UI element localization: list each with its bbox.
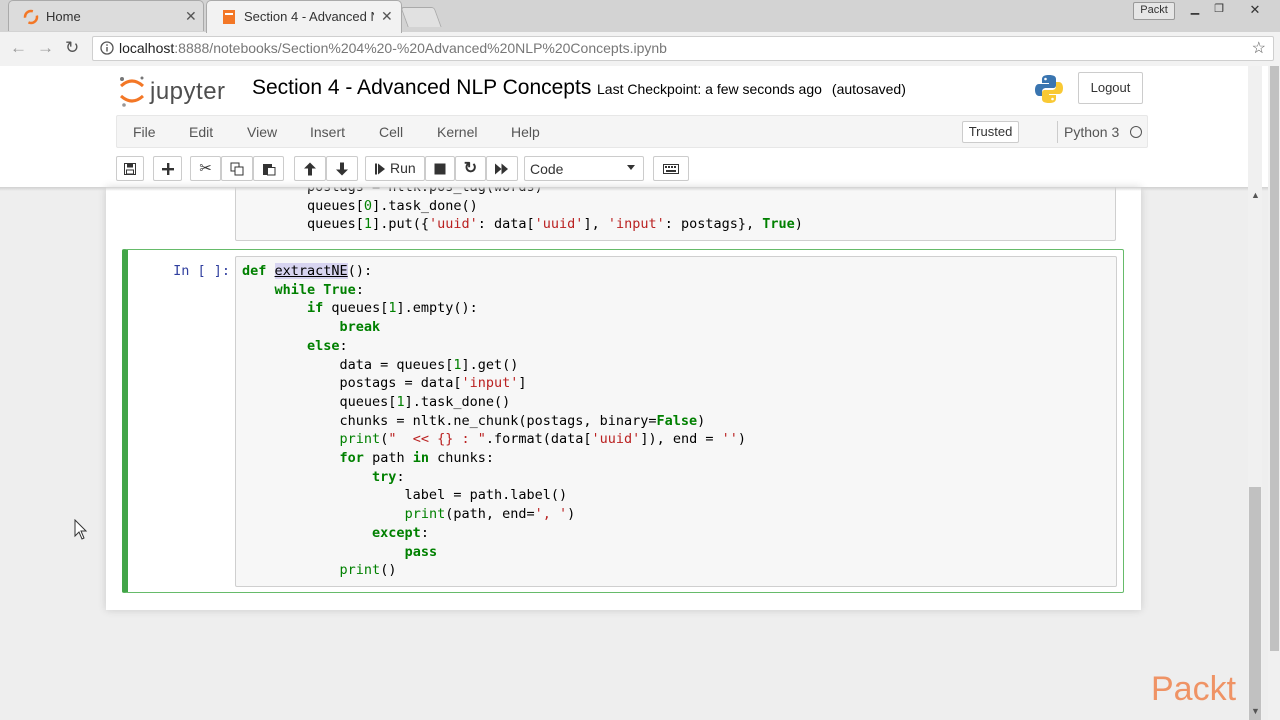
scissors-icon: ✂ bbox=[199, 160, 212, 177]
url-host: localhost bbox=[119, 40, 175, 56]
cut-button[interactable]: ✂ bbox=[190, 156, 221, 181]
kernel-idle-indicator-icon bbox=[1130, 126, 1142, 138]
jupyter-favicon-icon bbox=[23, 9, 39, 25]
checkpoint-status: Last Checkpoint: a few seconds ago (autos… bbox=[597, 81, 906, 97]
new-tab-button[interactable] bbox=[400, 7, 442, 27]
previous-code-cell[interactable]: postags = nltk.pos_tag(words) queues[0].… bbox=[235, 187, 1116, 241]
insert-cell-button[interactable] bbox=[153, 156, 182, 181]
notebook-title[interactable]: Section 4 - Advanced NLP Concepts bbox=[252, 76, 591, 100]
arrow-down-icon bbox=[336, 162, 348, 175]
page-scrollbar-thumb[interactable] bbox=[1270, 66, 1279, 651]
arrow-up-icon bbox=[304, 162, 316, 175]
forward-arrow-icon[interactable]: → bbox=[37, 38, 54, 58]
close-icon[interactable]: ✕ bbox=[381, 8, 393, 25]
stop-icon bbox=[434, 163, 446, 174]
menu-kernel[interactable]: Kernel bbox=[437, 124, 477, 140]
fast-forward-icon bbox=[495, 163, 508, 174]
run-button[interactable]: Run bbox=[365, 156, 425, 181]
kernel-name: Python 3 bbox=[1064, 124, 1120, 140]
kernel-separator bbox=[1057, 121, 1058, 143]
packt-watermark: Packt bbox=[1151, 670, 1237, 708]
menu-bar: File Edit View Insert Cell Kernel Help T… bbox=[116, 115, 1148, 148]
restart-icon: ↻ bbox=[463, 160, 478, 177]
menu-help[interactable]: Help bbox=[511, 124, 540, 140]
previous-cell-code: postags = nltk.pos_tag(words) queues[0].… bbox=[242, 187, 803, 234]
cell-code: def extractNE(): while True: if queues[1… bbox=[242, 263, 747, 579]
notebook-favicon-icon bbox=[223, 10, 235, 24]
notebook-container: postags = nltk.pos_tag(words) queues[0].… bbox=[106, 187, 1141, 610]
trusted-indicator[interactable]: Trusted bbox=[962, 121, 1019, 143]
tab-notebook[interactable]: Section 4 - Advanced NLI ✕ bbox=[206, 0, 402, 33]
close-icon[interactable]: ✕ bbox=[185, 8, 197, 25]
jupyter-wordmark: jupyter bbox=[150, 78, 226, 105]
jupyter-logo-icon bbox=[119, 76, 145, 107]
bookmark-star-icon[interactable]: ☆ bbox=[1252, 37, 1266, 60]
window-close-icon[interactable]: ✕ bbox=[1235, 2, 1275, 18]
code-editor[interactable]: def extractNE(): while True: if queues[1… bbox=[235, 256, 1117, 587]
notebook-scrollbar[interactable]: ▲ ▼ bbox=[1248, 66, 1262, 720]
menu-file[interactable]: File bbox=[133, 124, 156, 140]
browser-tab-bar: Home ✕ Section 4 - Advanced NLI ✕ Packt … bbox=[0, 0, 1280, 33]
notebook-toolbar: ✂ Run ↻ Code bbox=[116, 154, 1148, 184]
restart-run-all-button[interactable] bbox=[486, 156, 518, 181]
interrupt-button[interactable] bbox=[425, 156, 455, 181]
scroll-up-icon[interactable]: ▲ bbox=[1251, 190, 1260, 200]
save-icon bbox=[124, 162, 136, 175]
jupyter-logo[interactable]: jupyter bbox=[118, 74, 236, 112]
minimize-icon[interactable]: ▁ bbox=[1187, 2, 1203, 18]
python-logo-icon bbox=[1035, 75, 1063, 103]
paste-icon bbox=[262, 163, 275, 175]
autosave-text: (autosaved) bbox=[831, 81, 906, 97]
back-arrow-icon[interactable]: ← bbox=[10, 38, 27, 58]
selected-code-cell[interactable]: In [ ]: def extractNE(): while True: if … bbox=[122, 249, 1124, 593]
menu-cell[interactable]: Cell bbox=[379, 124, 403, 140]
keyboard-icon bbox=[663, 163, 679, 174]
save-button[interactable] bbox=[116, 156, 144, 181]
info-icon[interactable] bbox=[100, 41, 114, 55]
plus-icon bbox=[161, 162, 174, 175]
menu-edit[interactable]: Edit bbox=[189, 124, 213, 140]
scrollbar-thumb[interactable] bbox=[1249, 487, 1261, 720]
command-palette-button[interactable] bbox=[653, 156, 689, 181]
menu-view[interactable]: View bbox=[247, 124, 277, 140]
move-down-button[interactable] bbox=[326, 156, 358, 181]
scroll-down-icon[interactable]: ▼ bbox=[1251, 706, 1260, 716]
reload-icon[interactable]: ↻ bbox=[65, 38, 79, 58]
restore-icon[interactable]: ❐ bbox=[1211, 2, 1227, 18]
move-up-button[interactable] bbox=[294, 156, 326, 181]
copy-icon bbox=[230, 162, 244, 175]
tab-title: Section 4 - Advanced NLI bbox=[244, 9, 374, 24]
restart-button[interactable]: ↻ bbox=[455, 156, 486, 181]
page-scrollbar[interactable] bbox=[1268, 66, 1280, 720]
caret-down-icon bbox=[627, 165, 635, 170]
copy-button[interactable] bbox=[221, 156, 253, 181]
header-shadow bbox=[0, 187, 1268, 191]
url-text: localhost:8888/notebooks/Section%204%20-… bbox=[119, 37, 667, 60]
cell-type-value: Code bbox=[530, 161, 564, 177]
run-label: Run bbox=[390, 160, 416, 176]
user-badge: Packt bbox=[1133, 2, 1175, 20]
step-forward-icon bbox=[375, 163, 385, 174]
jupyter-header: jupyter Section 4 - Advanced NLP Concept… bbox=[0, 66, 1268, 187]
logout-button[interactable]: Logout bbox=[1078, 72, 1143, 104]
mouse-cursor-icon bbox=[74, 519, 88, 540]
menu-insert[interactable]: Insert bbox=[310, 124, 345, 140]
tab-title: Home bbox=[46, 9, 81, 24]
url-field[interactable]: localhost:8888/notebooks/Section%204%20-… bbox=[92, 36, 1274, 61]
highlighted-word: extractNE bbox=[274, 263, 348, 279]
paste-button[interactable] bbox=[253, 156, 284, 181]
url-path: :8888/notebooks/Section%204%20-%20Advanc… bbox=[174, 40, 667, 56]
input-prompt: In [ ]: bbox=[173, 263, 230, 279]
checkpoint-text: Last Checkpoint: a few seconds ago bbox=[597, 81, 822, 97]
cell-type-select[interactable]: Code bbox=[524, 156, 644, 181]
address-bar: ← → ↻ localhost:8888/notebooks/Section%2… bbox=[0, 32, 1280, 67]
tab-home[interactable]: Home ✕ bbox=[8, 0, 204, 31]
